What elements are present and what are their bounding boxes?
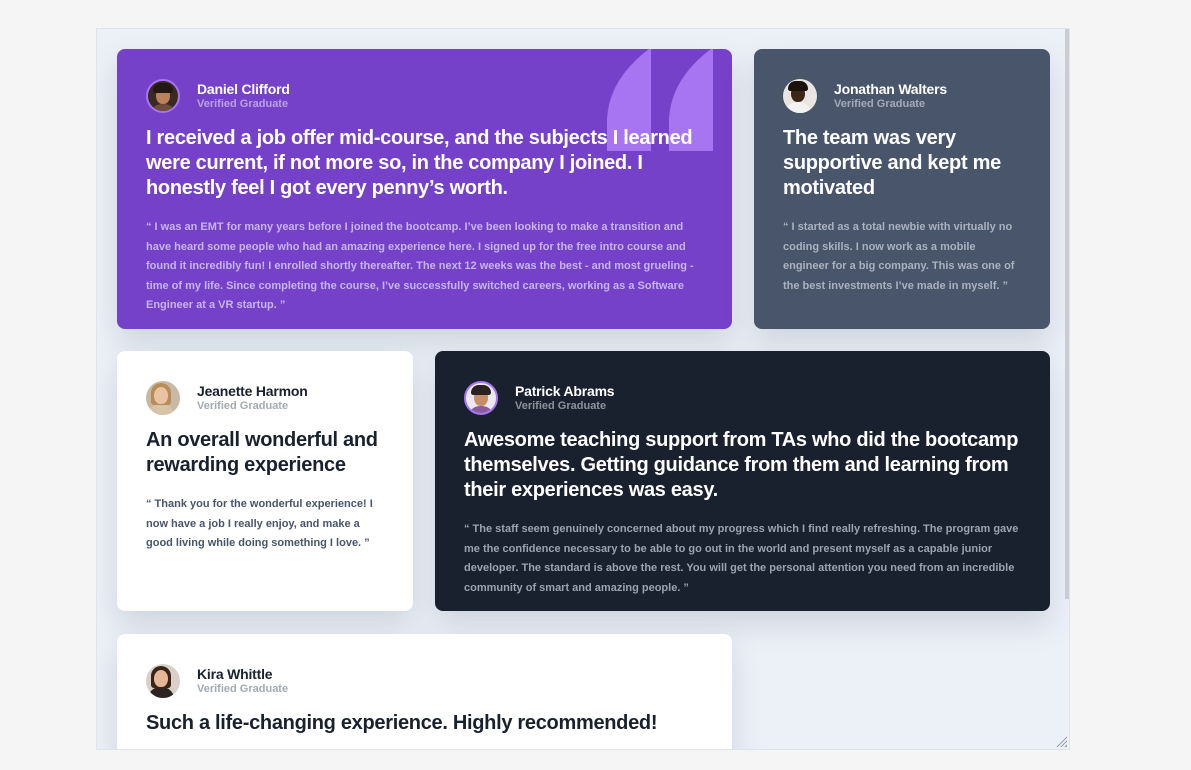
testimonial-headline: The team was very supportive and kept me…: [783, 127, 1001, 199]
person-info: Jeanette Harmon Verified Graduate: [197, 383, 308, 413]
testimonial-headline: I received a job offer mid-course, and t…: [146, 127, 693, 199]
verified-status: Verified Graduate: [197, 683, 289, 695]
testimonial-quote: “ The staff seem genuinely concerned abo…: [464, 523, 1019, 594]
person-name: Jonathan Walters: [834, 81, 947, 97]
verified-status: Verified Graduate: [197, 400, 289, 412]
testimonial-quote: “ I started as a total newbie with virtu…: [783, 221, 1015, 292]
testimonial-quote: “ Thank you for the wonderful experience…: [146, 498, 373, 549]
testimonial-card-kira: Kira Whittle Verified Graduate Such a li…: [117, 634, 732, 749]
verified-status: Verified Graduate: [834, 98, 926, 110]
avatar-patrick: [464, 381, 498, 415]
avatar-jeanette: [146, 381, 180, 415]
avatar-daniel: [146, 79, 180, 113]
testimonial-headline: An overall wonderful and rewarding exper…: [146, 429, 378, 476]
testimonial-header: Jonathan Walters Verified Graduate: [783, 79, 1021, 113]
person-name: Jeanette Harmon: [197, 383, 308, 399]
person-name: Patrick Abrams: [515, 383, 615, 399]
testimonial-header: Jeanette Harmon Verified Graduate: [146, 381, 384, 415]
avatar-jonathan: [783, 79, 817, 113]
testimonial-card-jonathan: Jonathan Walters Verified Graduate The t…: [754, 49, 1050, 329]
verified-status: Verified Graduate: [197, 98, 289, 110]
testimonial-quote: “ I was an EMT for many years before I j…: [146, 221, 694, 311]
avatar-kira: [146, 664, 180, 698]
testimonial-headline: Awesome teaching support from TAs who di…: [464, 429, 1019, 501]
person-info: Daniel Clifford Verified Graduate: [197, 81, 290, 111]
person-name: Daniel Clifford: [197, 81, 290, 97]
testimonial-headline: Such a life-changing experience. Highly …: [146, 712, 658, 734]
resize-grip-icon[interactable]: [1055, 735, 1067, 747]
person-info: Jonathan Walters Verified Graduate: [834, 81, 947, 111]
testimonial-header: Daniel Clifford Verified Graduate: [146, 79, 703, 113]
testimonial-card-patrick: Patrick Abrams Verified Graduate Awesome…: [435, 351, 1050, 611]
testimonial-header: Kira Whittle Verified Graduate: [146, 664, 703, 698]
vertical-scrollbar[interactable]: [1065, 29, 1069, 599]
testimonial-card-jeanette: Jeanette Harmon Verified Graduate An ove…: [117, 351, 413, 611]
testimonials-preview-frame: Daniel Clifford Verified Graduate I rece…: [96, 28, 1070, 750]
person-info: Kira Whittle Verified Graduate: [197, 666, 288, 696]
testimonial-card-daniel: Daniel Clifford Verified Graduate I rece…: [117, 49, 732, 329]
person-info: Patrick Abrams Verified Graduate: [515, 383, 615, 413]
person-name: Kira Whittle: [197, 666, 273, 682]
testimonial-header: Patrick Abrams Verified Graduate: [464, 381, 1021, 415]
verified-status: Verified Graduate: [515, 400, 607, 412]
